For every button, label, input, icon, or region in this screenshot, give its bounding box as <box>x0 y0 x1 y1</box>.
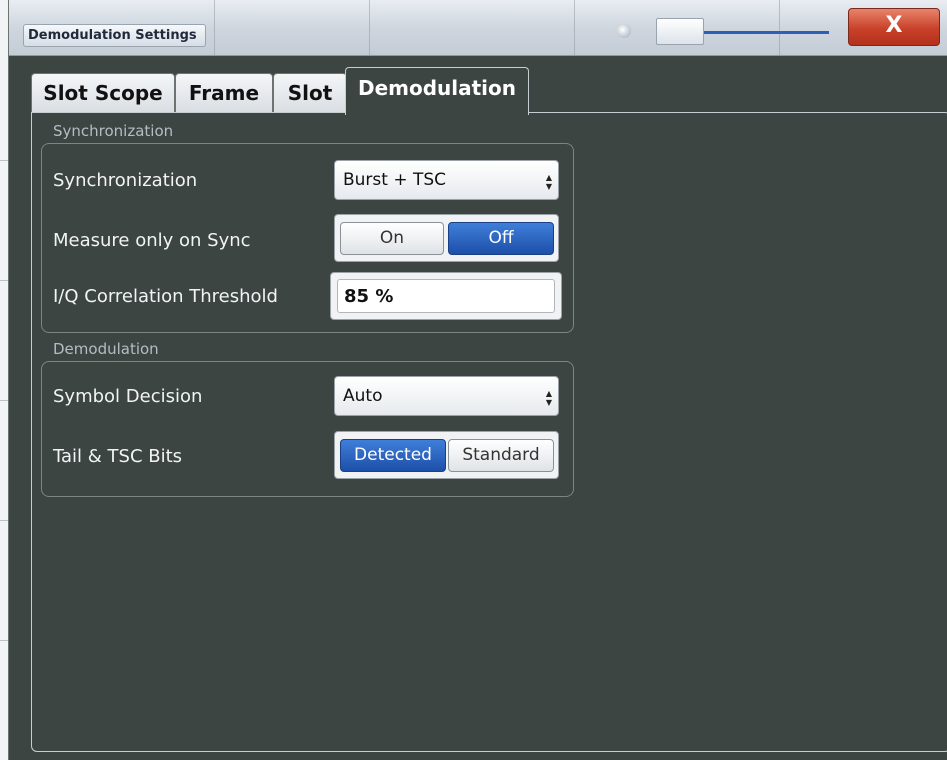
window-title: Demodulation Settings <box>23 24 206 47</box>
section-title-synchronization: Synchronization <box>53 122 174 140</box>
close-button[interactable]: X <box>848 8 940 46</box>
tail-tsc-bits-label: Tail & TSC Bits <box>53 446 183 467</box>
close-icon: X <box>885 13 903 38</box>
measure-only-on-sync-toggle: On Off <box>334 214 559 262</box>
measure-only-on-sync-label: Measure only on Sync <box>53 230 251 251</box>
measure-on-button[interactable]: On <box>340 222 444 255</box>
tab-frame[interactable]: Frame <box>175 73 273 113</box>
background-edge <box>0 0 8 760</box>
iq-correlation-threshold-field[interactable]: 85 % <box>330 272 562 320</box>
tail-standard-button[interactable]: Standard <box>448 439 554 472</box>
tab-slot-scope[interactable]: Slot Scope <box>31 73 175 113</box>
transparency-slider-track[interactable] <box>699 31 829 34</box>
symbol-decision-select[interactable]: Auto ▲ ▼ <box>334 376 559 416</box>
transparency-icon <box>617 24 631 38</box>
tail-tsc-bits-toggle: Detected Standard <box>334 431 559 479</box>
iq-correlation-threshold-label: I/Q Correlation Threshold <box>53 286 278 307</box>
symbol-decision-value: Auto <box>343 386 383 406</box>
transparency-slider-thumb[interactable] <box>656 18 704 45</box>
tail-detected-button[interactable]: Detected <box>340 439 446 472</box>
synchronization-select[interactable]: Burst + TSC ▲ ▼ <box>334 160 559 200</box>
tab-slot[interactable]: Slot <box>273 73 347 113</box>
synchronization-value: Burst + TSC <box>343 170 447 190</box>
dialog-window: Demodulation Settings X Slot Scope Frame… <box>8 0 947 760</box>
updown-arrow-icon: ▲ ▼ <box>545 173 552 191</box>
measure-off-button[interactable]: Off <box>448 222 554 255</box>
symbol-decision-label: Symbol Decision <box>53 386 203 407</box>
tab-demodulation[interactable]: Demodulation <box>345 67 529 115</box>
section-title-demodulation: Demodulation <box>53 340 159 358</box>
iq-correlation-threshold-input[interactable]: 85 % <box>337 279 555 313</box>
title-bar[interactable]: Demodulation Settings X <box>9 0 947 56</box>
updown-arrow-icon: ▲ ▼ <box>545 389 552 407</box>
synchronization-label: Synchronization <box>53 170 198 191</box>
